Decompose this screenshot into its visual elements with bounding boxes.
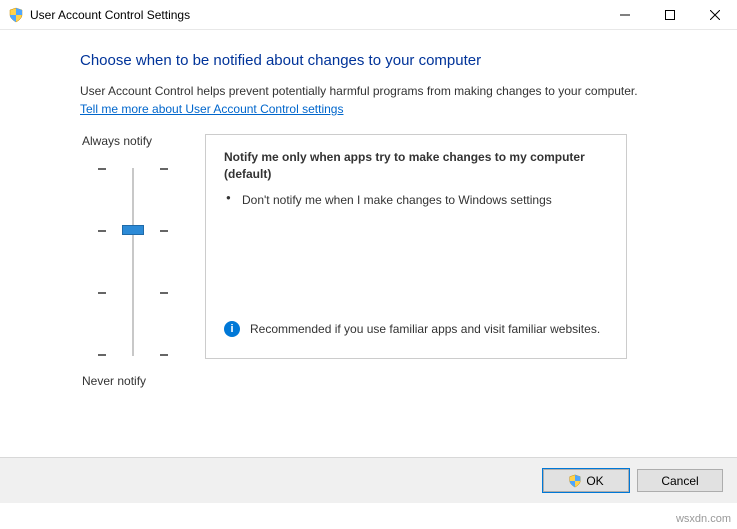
notification-slider[interactable] [98, 162, 168, 362]
ok-button[interactable]: OK [543, 469, 629, 492]
window-title: User Account Control Settings [30, 8, 602, 22]
watermark: wsxdn.com [676, 513, 731, 525]
slider-thumb[interactable] [122, 225, 144, 235]
recommendation-text: Recommended if you use familiar apps and… [250, 321, 600, 338]
info-icon: i [224, 321, 240, 337]
dialog-footer: OK Cancel [0, 457, 737, 503]
notification-info-box: Notify me only when apps try to make cha… [205, 134, 627, 359]
slider-tick [98, 292, 168, 294]
cancel-button[interactable]: Cancel [637, 469, 723, 492]
uac-shield-icon [568, 474, 582, 488]
titlebar: User Account Control Settings [0, 0, 737, 30]
slider-label-bottom: Never notify [80, 374, 205, 388]
slider-track-line [132, 168, 134, 356]
slider-tick [98, 168, 168, 170]
page-heading: Choose when to be notified about changes… [80, 52, 683, 69]
slider-label-top: Always notify [80, 134, 205, 148]
maximize-button[interactable] [647, 0, 692, 30]
info-bullet: Don't notify me when I make changes to W… [242, 192, 608, 209]
page-description: User Account Control helps prevent poten… [80, 83, 683, 100]
help-link[interactable]: Tell me more about User Account Control … [80, 102, 343, 116]
slider-column: Always notify Never notify [80, 134, 205, 388]
close-button[interactable] [692, 0, 737, 30]
slider-tick [98, 354, 168, 356]
recommendation-row: i Recommended if you use familiar apps a… [224, 321, 608, 338]
ok-button-label: OK [586, 474, 603, 488]
content-area: Choose when to be notified about changes… [0, 30, 737, 388]
cancel-button-label: Cancel [661, 474, 698, 488]
minimize-button[interactable] [602, 0, 647, 30]
uac-shield-icon [8, 7, 24, 23]
info-title: Notify me only when apps try to make cha… [224, 149, 608, 183]
